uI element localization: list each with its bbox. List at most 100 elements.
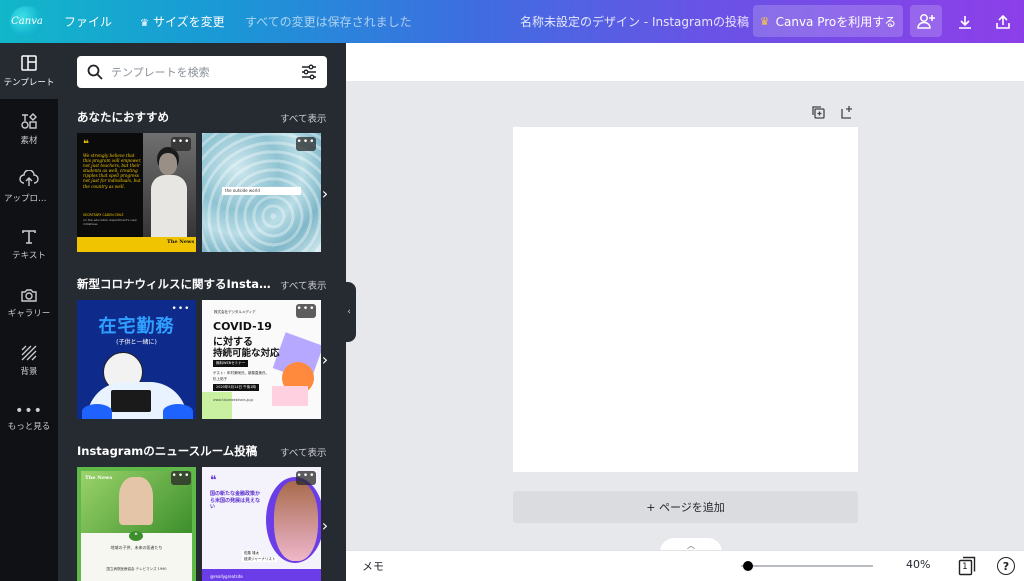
section-title: Instagramのニュースルーム投稿 (77, 444, 258, 458)
notes-button[interactable]: メモ (362, 558, 384, 574)
nav-label-elements: 素材 (20, 136, 38, 146)
duplicate-icon (812, 106, 825, 119)
template-guest-2: 杉上祐子 (213, 377, 227, 381)
template-author: SECRETARY CADEN CRUZ (83, 213, 124, 217)
add-page-label: + ページを追加 (646, 501, 725, 514)
nav-label-gallery: ギャラリー (7, 309, 51, 319)
more-options-button[interactable]: ••• (296, 304, 316, 318)
nav-uploads[interactable]: アップロード (0, 159, 58, 215)
nav-label-templates: テンプレート (3, 78, 55, 88)
section-title: あなたにおすすめ (77, 110, 169, 124)
quote-icon: ❝ (210, 473, 217, 487)
template-thumbnail[interactable]: 株式会社デジタルメディア COVID-19 に対する 持続可能な対応 無料WEB… (202, 300, 321, 419)
top-bar: Canva ファイル ♛ サイズを変更 すべての変更は保存されました 名称未設定の… (0, 0, 1024, 43)
template-footer-name: 佐藤 雄太 (242, 551, 262, 556)
template-thumbnail[interactable]: ❝ 国の新たな金融政策から米国の発展は見えない 佐藤 雄太 経済ジャーナリスト … (202, 467, 321, 581)
add-page-button[interactable]: + ページを追加 (513, 491, 858, 523)
resize-button[interactable]: ♛ サイズを変更 (140, 13, 225, 30)
nav-templates[interactable]: テンプレート (0, 43, 58, 99)
see-all-link[interactable]: すべて表示 (280, 278, 326, 292)
camera-icon (21, 289, 37, 302)
template-guest: ゲスト：年村美咲氏、新藤直美氏、 (213, 371, 269, 375)
zoom-slider[interactable] (741, 565, 873, 567)
help-icon: ? (1002, 559, 1010, 573)
carousel-next-button[interactable]: › (316, 514, 334, 536)
share-button[interactable] (910, 5, 942, 37)
templates-panel: テンプレートを検索 あなたにおすすめ すべて表示 ❝ We strongly b… (58, 43, 346, 581)
publish-button[interactable] (990, 9, 1016, 35)
template-caption: 地域の子供、未来の医者たち (110, 545, 163, 550)
template-heading-line-3: 持続可能な対応 (213, 348, 280, 359)
duplicate-page-button[interactable] (809, 103, 827, 121)
template-icon (21, 55, 37, 71)
carousel-next-button[interactable]: › (316, 182, 334, 204)
nav-label-background: 背景 (20, 367, 38, 377)
upload-icon (19, 170, 39, 186)
more-options-button[interactable]: ••• (296, 137, 316, 151)
nav-background[interactable]: 背景 (0, 333, 58, 389)
chevron-up-icon: ︿ (687, 540, 695, 550)
template-brand: The News (167, 239, 195, 245)
canva-pro-button[interactable]: ♛ Canva Proを利用する (753, 5, 903, 37)
template-search[interactable]: テンプレートを検索 (77, 56, 327, 88)
more-options-button[interactable]: ••• (171, 137, 191, 151)
side-nav: テンプレート 素材 アップロード テキスト ギャラリー 背景 ••• もっと見る (0, 43, 58, 581)
more-options-button[interactable]: ••• (171, 471, 191, 485)
nav-label-uploads: アップロード (4, 194, 54, 204)
template-footer: 国立病院医療協会 テレビマンズ 1990 (106, 567, 167, 571)
help-button[interactable]: ? (997, 557, 1015, 575)
add-page-button-icon[interactable] (838, 103, 856, 121)
upload-share-icon (996, 14, 1010, 29)
nav-text[interactable]: テキスト (0, 217, 58, 273)
template-footer-role: 経済ジャーナリスト (242, 557, 278, 562)
page-count-button[interactable]: 1 (958, 556, 976, 576)
zoom-level[interactable]: 40% (906, 558, 930, 571)
nav-elements[interactable]: 素材 (0, 101, 58, 157)
chevron-left-icon: ‹ (347, 307, 351, 317)
save-status: すべての変更は保存されました (245, 15, 412, 29)
template-company: 株式会社デジタルメディア (214, 310, 256, 314)
template-thumbnail[interactable]: ❝ We strongly believe that this program … (77, 133, 196, 252)
nav-label-text: テキスト (12, 251, 46, 261)
nav-gallery[interactable]: ギャラリー (0, 275, 58, 331)
quote-icon: ❝ (129, 531, 143, 541)
chevron-right-icon: › (321, 183, 329, 203)
quote-icon: ❝ (83, 139, 89, 150)
canva-logo[interactable]: Canva (10, 6, 44, 37)
template-heading-line-1: COVID-19 (213, 320, 272, 333)
template-subheading: (子供と一緒に) (116, 339, 157, 346)
file-menu[interactable]: ファイル (64, 13, 112, 30)
download-icon (959, 16, 971, 29)
template-search-text: the outside world (225, 188, 260, 193)
see-all-link[interactable]: すべて表示 (280, 111, 326, 125)
download-button[interactable] (952, 9, 978, 35)
template-handle: @reallygreatsite (210, 574, 243, 579)
see-all-link[interactable]: すべて表示 (280, 445, 326, 459)
search-icon (87, 64, 103, 80)
section-title: 新型コロナウィルスに関するInstagram投稿 (77, 277, 273, 291)
filter-icon[interactable] (301, 64, 317, 80)
template-headline: 国の新たな金融政策から米国の発展は見えない (210, 491, 261, 510)
nav-more[interactable]: ••• もっと見る (0, 391, 58, 447)
resize-label: サイズを変更 (152, 15, 225, 29)
carousel-next-button[interactable]: › (316, 348, 334, 370)
template-thumbnail[interactable]: 在宅勤務 (子供と一緒に) ••• (77, 300, 196, 419)
template-tag: 無料WEBセミナー (213, 360, 249, 367)
more-icon: ••• (15, 403, 43, 419)
template-thumbnail[interactable]: The News ❝ 地域の子供、未来の医者たち 国立病院医療協会 テレビマンズ… (77, 467, 196, 581)
add-page-icon (841, 106, 852, 119)
page-count: 1 (962, 562, 968, 572)
more-options-button[interactable]: ••• (171, 304, 191, 318)
nav-label-more: もっと見る (7, 422, 51, 432)
more-options-button[interactable]: ••• (296, 471, 316, 485)
collapse-panel-button[interactable]: ‹ (342, 282, 356, 342)
template-quote: We strongly believe that this program wi… (83, 153, 142, 189)
template-url: www.futurewebinars.jp.jp (213, 398, 254, 402)
crown-icon: ♛ (759, 14, 770, 28)
zoom-slider-handle[interactable] (743, 561, 753, 571)
template-thumbnail[interactable]: the outside world ••• (202, 133, 321, 252)
document-title[interactable]: 名称未設定のデザイン - Instagramの投稿 (520, 13, 749, 30)
search-input[interactable]: テンプレートを検索 (111, 64, 293, 80)
add-people-icon (917, 14, 935, 29)
design-canvas[interactable] (513, 127, 858, 472)
